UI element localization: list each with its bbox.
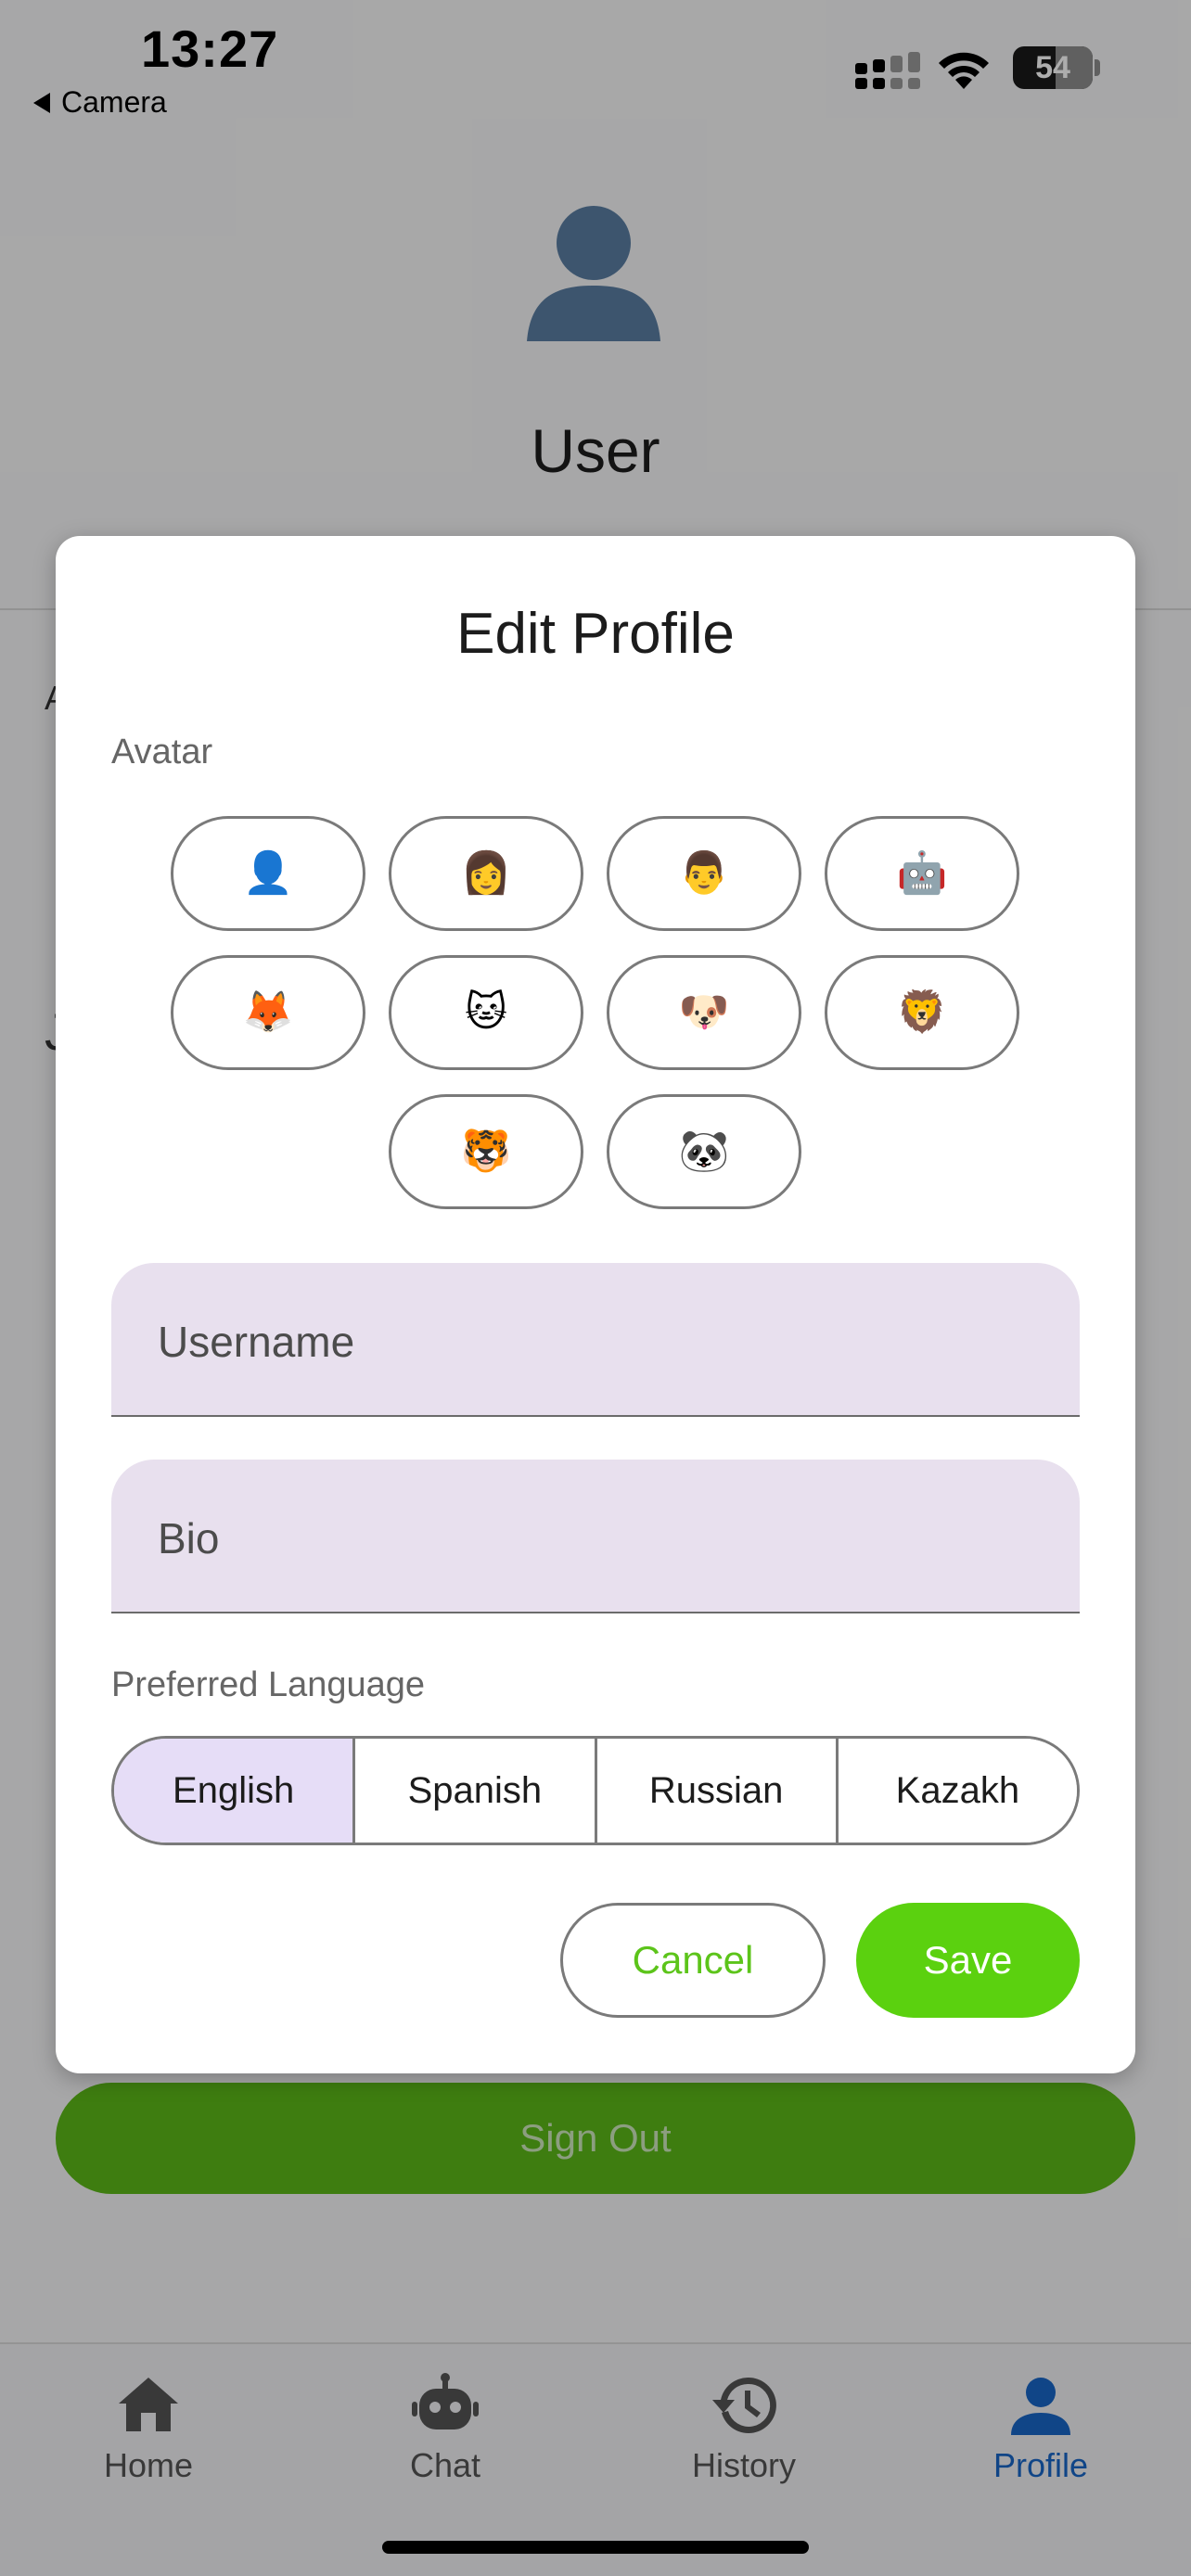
- avatar-option-dog[interactable]: 🐶: [607, 955, 801, 1070]
- language-segmented-control: English Spanish Russian Kazakh: [111, 1736, 1080, 1845]
- avatar-option-cat[interactable]: 🐱: [389, 955, 583, 1070]
- avatar-option-panda[interactable]: 🐼: [607, 1094, 801, 1209]
- bio-field[interactable]: Bio: [111, 1460, 1080, 1613]
- bio-label: Bio: [158, 1514, 220, 1562]
- avatar-option-lion[interactable]: 🦁: [825, 955, 1019, 1070]
- edit-profile-dialog: Edit Profile Avatar 👤 👩 👨 🤖 🦊 🐱 🐶 🦁 🐯 🐼 …: [56, 536, 1135, 2073]
- cancel-button[interactable]: Cancel: [560, 1903, 826, 2018]
- avatar-option-fox[interactable]: 🦊: [171, 955, 365, 1070]
- avatar-option-robot[interactable]: 🤖: [825, 816, 1019, 931]
- language-option-russian[interactable]: Russian: [596, 1739, 839, 1843]
- dialog-title: Edit Profile: [456, 602, 735, 666]
- avatar-option-tiger[interactable]: 🐯: [389, 1094, 583, 1209]
- avatar-label: Avatar: [111, 733, 213, 772]
- preferred-language-label: Preferred Language: [111, 1665, 426, 1704]
- language-option-spanish[interactable]: Spanish: [355, 1739, 597, 1843]
- avatar-option-bust[interactable]: 👤: [171, 816, 365, 931]
- save-button[interactable]: Save: [856, 1903, 1080, 2018]
- username-label: Username: [158, 1318, 355, 1366]
- avatar-option-woman[interactable]: 👩: [389, 816, 583, 931]
- language-option-english[interactable]: English: [114, 1739, 356, 1843]
- language-option-kazakh[interactable]: Kazakh: [838, 1739, 1077, 1843]
- avatar-option-man[interactable]: 👨: [607, 816, 801, 931]
- username-field[interactable]: Username: [111, 1263, 1080, 1417]
